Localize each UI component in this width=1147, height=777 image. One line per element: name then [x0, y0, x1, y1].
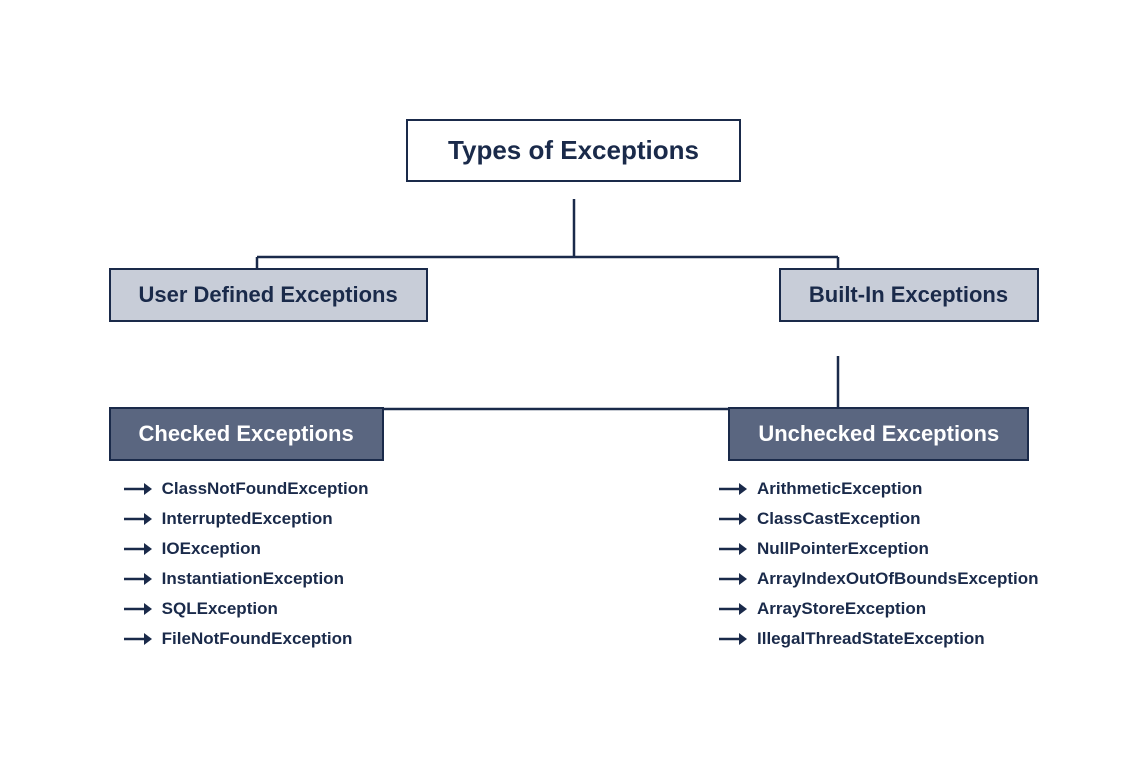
root-node: Types of Exceptions — [406, 119, 741, 182]
unchecked-node: Unchecked Exceptions — [728, 407, 1029, 461]
checked-col: Checked Exceptions ClassNotFoundExceptio… — [109, 407, 384, 659]
exception-name: IOException — [162, 539, 261, 559]
exception-name: ClassNotFoundException — [162, 479, 369, 499]
list-item: FileNotFoundException — [124, 629, 369, 649]
list-item: ClassCastException — [719, 509, 1038, 529]
list-item: SQLException — [124, 599, 369, 619]
user-defined-node: User Defined Exceptions — [109, 268, 428, 322]
list-item: NullPointerException — [719, 539, 1038, 559]
exception-name: FileNotFoundException — [162, 629, 353, 649]
user-defined-col: User Defined Exceptions — [109, 268, 428, 322]
list-item: ArrayStoreException — [719, 599, 1038, 619]
builtin-col: Built-In Exceptions — [779, 268, 1039, 322]
exception-name: ClassCastException — [757, 509, 920, 529]
list-item: ArithmeticException — [719, 479, 1038, 499]
exception-name: SQLException — [162, 599, 278, 619]
exception-name: InstantiationException — [162, 569, 344, 589]
unchecked-col: Unchecked Exceptions ArithmeticException… — [719, 407, 1038, 659]
exception-name: ArithmeticException — [757, 479, 922, 499]
builtin-node: Built-In Exceptions — [779, 268, 1039, 322]
diagram: Types of Exceptions User Defined Excepti… — [24, 99, 1124, 679]
exception-name: NullPointerException — [757, 539, 929, 559]
unchecked-list: ArithmeticException ClassCastException N… — [719, 479, 1038, 659]
exception-name: ArrayStoreException — [757, 599, 926, 619]
list-item: IllegalThreadStateException — [719, 629, 1038, 649]
exception-name: InterruptedException — [162, 509, 333, 529]
checked-list: ClassNotFoundException InterruptedExcept… — [124, 479, 369, 659]
checked-node: Checked Exceptions — [109, 407, 384, 461]
list-item: ClassNotFoundException — [124, 479, 369, 499]
list-item: InterruptedException — [124, 509, 369, 529]
exception-name: ArrayIndexOutOfBoundsException — [757, 569, 1038, 589]
list-item: IOException — [124, 539, 369, 559]
exception-name: IllegalThreadStateException — [757, 629, 985, 649]
list-item: ArrayIndexOutOfBoundsException — [719, 569, 1038, 589]
list-item: InstantiationException — [124, 569, 369, 589]
